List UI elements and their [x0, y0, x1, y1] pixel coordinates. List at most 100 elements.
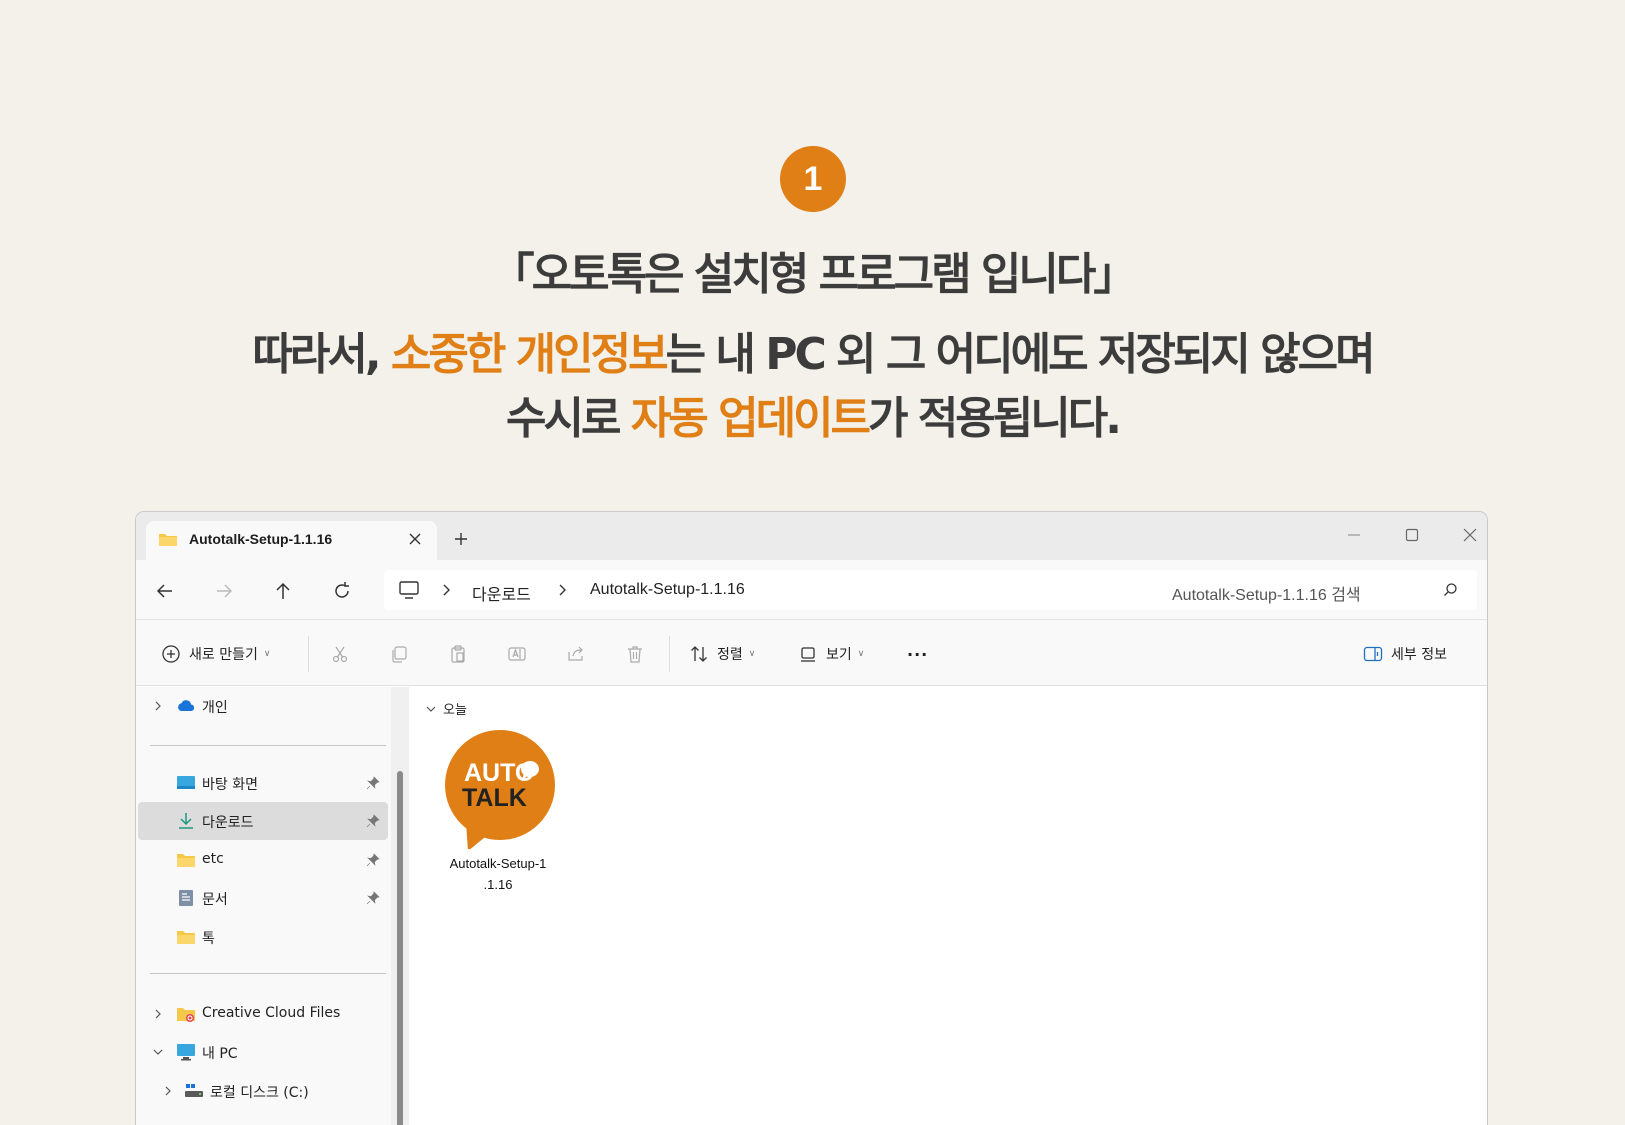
sidebar-divider	[150, 745, 386, 746]
chevron-right-icon	[443, 584, 450, 596]
headline-line-2: 따라서, 소중한 개인정보는 내 PC 외 그 어디에도 저장되지 않으며	[0, 318, 1625, 382]
view-icon	[801, 647, 815, 662]
up-arrow-icon[interactable]	[272, 580, 294, 602]
computer-icon	[177, 1044, 195, 1061]
chevron-down-icon	[426, 706, 436, 712]
tab-title: Autotalk-Setup-1.1.16	[189, 531, 333, 547]
breadcrumb-downloads[interactable]: 다운로드	[472, 581, 531, 605]
chevron-right-icon	[559, 584, 566, 596]
pin-icon[interactable]	[366, 853, 380, 867]
search-input[interactable]: Autotalk-Setup-1.1.16 검색	[1152, 570, 1477, 610]
headline-text: 가 적용됩니다.	[868, 393, 1122, 444]
cut-button[interactable]	[330, 643, 350, 665]
chevron-right-icon[interactable]	[152, 699, 164, 713]
sidebar-divider	[150, 973, 386, 974]
sidebar-item-label: 문서	[202, 892, 228, 908]
new-button-label: 새로 만들기	[189, 647, 258, 663]
pin-icon[interactable]	[366, 776, 380, 790]
scissors-icon	[332, 646, 348, 663]
folder-icon	[177, 931, 195, 944]
scrollbar-thumb[interactable]	[397, 771, 403, 1125]
headline-text: 따라서,	[252, 329, 391, 380]
paste-button[interactable]	[448, 643, 468, 665]
desktop-icon	[177, 776, 195, 789]
details-button[interactable]: 세부 정보	[1363, 643, 1447, 665]
folder-icon	[159, 534, 177, 546]
close-icon[interactable]	[406, 530, 424, 548]
pin-icon[interactable]	[366, 891, 380, 905]
details-label: 세부 정보	[1391, 647, 1447, 663]
logo-text-bottom: TALK	[462, 784, 527, 812]
address-bar[interactable]: 다운로드 Autotalk-Setup-1.1.16	[384, 570, 1276, 610]
toolbar-separator	[308, 636, 309, 672]
sidebar-item-onedrive[interactable]: 개인	[138, 687, 388, 725]
refresh-icon[interactable]	[331, 580, 353, 602]
file-item[interactable]: AUTO TALK Autotalk-Setup-1 .1.16	[433, 729, 563, 892]
minimize-icon[interactable]	[1345, 526, 1363, 544]
sidebar-item-label: etc	[202, 851, 224, 867]
autotalk-logo: AUTO TALK	[445, 730, 555, 849]
maximize-icon[interactable]	[1403, 526, 1421, 544]
folder-icon	[177, 854, 195, 867]
sidebar-item-local-disk[interactable]: 로컬 디스크 (C:)	[138, 1072, 388, 1110]
sidebar-item-label: 개인	[202, 700, 228, 716]
command-toolbar: 새로 만들기 ∨ 정렬 ∨ 보기 ∨ ··· 세부 정보	[136, 620, 1487, 686]
view-button[interactable]: 보기 ∨	[798, 643, 864, 665]
sidebar-item-label: 내 PC	[202, 1046, 238, 1062]
chevron-down-icon: ∨	[857, 649, 865, 659]
add-circle-icon	[162, 645, 180, 663]
sidebar-item-this-pc[interactable]: 내 PC	[138, 1033, 388, 1071]
step-badge: 1	[780, 146, 846, 212]
sidebar-item-creative-cloud[interactable]: Creative Cloud Files	[138, 995, 388, 1033]
copy-button[interactable]	[389, 643, 409, 665]
sidebar-scrollbar[interactable]	[391, 687, 409, 1125]
more-button[interactable]: ···	[907, 643, 928, 665]
cloud-icon	[178, 700, 195, 711]
sidebar-item-label: 톡	[202, 931, 215, 947]
trash-icon	[628, 646, 642, 663]
view-label: 보기	[826, 647, 852, 663]
copy-icon	[392, 646, 407, 663]
share-button[interactable]	[566, 643, 586, 665]
headline-line-3: 수시로 자동 업데이트가 적용됩니다.	[0, 382, 1625, 446]
sort-icon	[691, 646, 707, 662]
headline-highlight: 소중한 개인정보	[390, 329, 669, 380]
headline-text: 수시로	[506, 393, 631, 444]
window-close-icon[interactable]	[1461, 526, 1479, 544]
breadcrumb-folder[interactable]: Autotalk-Setup-1.1.16	[590, 581, 745, 599]
rename-icon	[508, 647, 526, 661]
headline-highlight: 자동 업데이트	[630, 393, 871, 444]
sidebar-item-downloads[interactable]: 다운로드	[138, 802, 388, 840]
chevron-down-icon[interactable]	[152, 1045, 164, 1059]
sort-button[interactable]: 정렬 ∨	[689, 643, 755, 665]
file-name-line: Autotalk-Setup-1	[449, 856, 547, 871]
group-header-label: 오늘	[443, 703, 467, 718]
search-placeholder: Autotalk-Setup-1.1.16 검색	[1172, 587, 1361, 604]
group-header[interactable]: 오늘	[425, 699, 467, 718]
creative-cloud-folder-icon	[177, 1008, 195, 1022]
sidebar-item-etc[interactable]: etc	[138, 841, 388, 879]
new-tab-icon[interactable]	[452, 530, 470, 548]
chevron-down-icon: ∨	[748, 649, 756, 659]
details-pane-icon	[1363, 646, 1383, 662]
more-icon: ···	[907, 644, 929, 664]
sidebar-item-talk[interactable]: 톡	[138, 918, 388, 956]
sidebar-item-desktop[interactable]: 바탕 화면	[138, 764, 388, 802]
new-button[interactable]: 새로 만들기 ∨	[161, 643, 270, 665]
delete-button[interactable]	[625, 643, 645, 665]
back-arrow-icon[interactable]	[154, 580, 176, 602]
sidebar-item-documents[interactable]: 문서	[138, 879, 388, 917]
file-list: 오늘 AUTO TALK Autotalk-Setup-1 .1.16	[409, 687, 1487, 1125]
chevron-right-icon[interactable]	[162, 1084, 174, 1098]
file-name: Autotalk-Setup-1 .1.16	[433, 853, 563, 895]
paste-icon	[451, 645, 465, 663]
chevron-right-icon[interactable]	[152, 1007, 164, 1021]
pin-icon[interactable]	[366, 814, 380, 828]
explorer-tab[interactable]: Autotalk-Setup-1.1.16	[146, 521, 437, 560]
forward-arrow-icon[interactable]	[213, 580, 235, 602]
rename-button[interactable]	[507, 643, 527, 665]
navigation-pane: 개인 바탕 화면 다운로드 etc 문서 톡 Creative Cloud Fi…	[136, 687, 391, 1125]
download-icon	[179, 813, 193, 829]
drive-icon	[185, 1084, 203, 1097]
chevron-down-icon: ∨	[263, 649, 271, 659]
